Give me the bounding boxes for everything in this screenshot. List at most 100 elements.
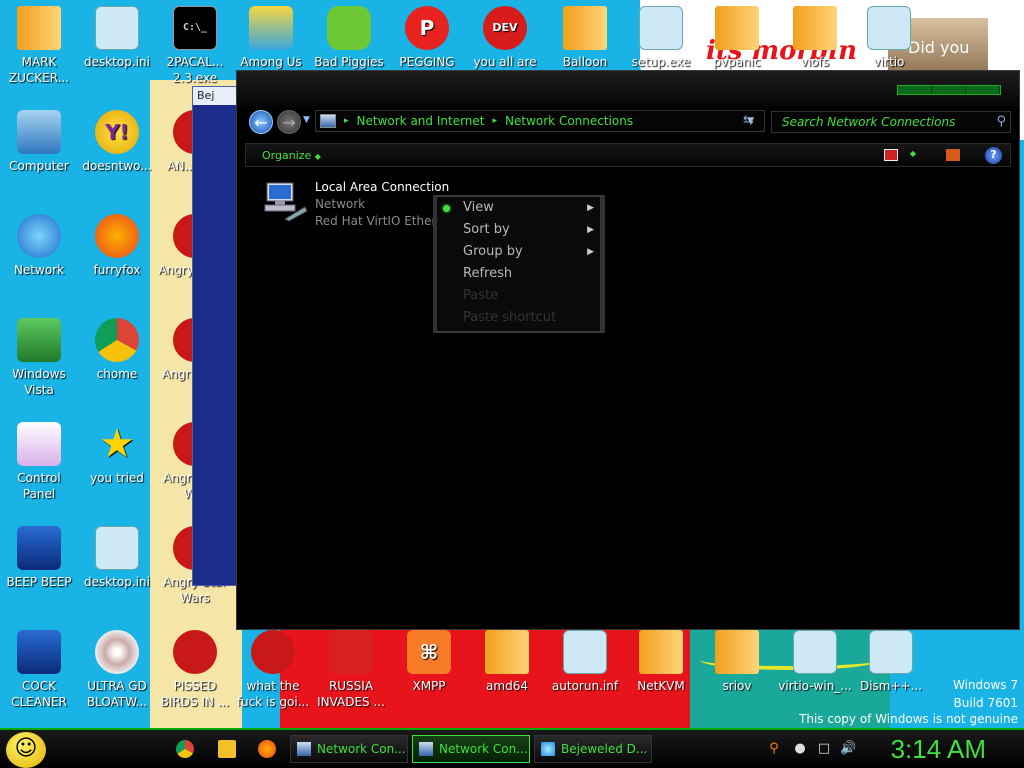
chevron-right-icon[interactable]: ▸ bbox=[493, 116, 498, 126]
preview-pane-icon[interactable] bbox=[946, 149, 960, 161]
breadcrumb-network-internet[interactable]: Network and Internet bbox=[357, 114, 485, 128]
submenu-arrow-icon: ▶ bbox=[587, 247, 594, 257]
desktop-icon[interactable]: ⌘ XMPP bbox=[390, 630, 468, 694]
firefox-icon[interactable] bbox=[258, 740, 276, 758]
desktop-icon-label: virtio bbox=[873, 55, 905, 69]
chat-icon[interactable]: ● bbox=[792, 742, 808, 756]
desktop-icon[interactable]: Windows Vista bbox=[0, 318, 78, 398]
desktop-icon[interactable]: BEEP BEEP bbox=[0, 526, 78, 590]
desktop-icon-label: you all are bbox=[473, 55, 537, 69]
blue-icon bbox=[17, 630, 61, 674]
desktop-icon-label: BEEP BEEP bbox=[6, 575, 72, 589]
desktop-icon-label: PISSED BIRDS IN ... bbox=[160, 679, 230, 709]
clock[interactable]: 3:14 AM bbox=[891, 734, 986, 765]
taskbar-button[interactable]: Bejeweled D... bbox=[534, 735, 652, 763]
desktop-icon[interactable]: virtio-win_... bbox=[776, 630, 854, 694]
desktop-icon[interactable]: Among Us bbox=[232, 6, 310, 70]
desktop-icon-label: furryfox bbox=[93, 263, 141, 277]
start-button[interactable]: ☺ bbox=[6, 732, 46, 768]
bird-icon bbox=[251, 630, 295, 674]
explorer-icon[interactable] bbox=[218, 740, 236, 758]
desktop-icon[interactable]: sriov bbox=[698, 630, 776, 694]
desktop-icon[interactable]: what the fuck is goi... bbox=[234, 630, 312, 710]
fox-icon bbox=[95, 214, 139, 258]
desktop-icon-label: Windows Vista bbox=[12, 367, 66, 397]
desktop-icon-label: pvpanic bbox=[713, 55, 761, 69]
menu-item-group-by[interactable]: Group by ▶ bbox=[437, 241, 600, 263]
refresh-icon[interactable]: ⇆ bbox=[743, 113, 754, 128]
maximize-button[interactable] bbox=[932, 86, 966, 94]
search-placeholder: Search Network Connections bbox=[782, 115, 956, 129]
desktop-icon[interactable]: chome bbox=[78, 318, 156, 382]
desktop-icon[interactable]: setup.exe bbox=[622, 6, 700, 70]
green-icon bbox=[327, 6, 371, 50]
forward-button[interactable]: → bbox=[277, 110, 301, 134]
star-icon: ★ bbox=[99, 421, 135, 467]
desktop-icon-label: Network bbox=[13, 263, 65, 277]
desktop-icon[interactable]: MARK ZUCKER... bbox=[0, 6, 78, 86]
desktop-icon[interactable]: PISSED BIRDS IN ... bbox=[156, 630, 234, 710]
folder-icon bbox=[17, 6, 61, 50]
desktop-icon[interactable]: desktop.ini bbox=[78, 6, 156, 70]
desktop-icon[interactable]: autorun.inf bbox=[546, 630, 624, 694]
watermark-genuine: This copy of Windows is not genuine bbox=[799, 712, 1018, 726]
menu-item-label: View bbox=[463, 200, 494, 215]
desktop-icon[interactable]: DEV you all are bbox=[466, 6, 544, 70]
desktop-icon[interactable]: C:\_ 2PACAL... 2.3.exe bbox=[156, 6, 234, 86]
desktop-icon[interactable]: Y! doesntwo... bbox=[78, 110, 156, 174]
desktop-icon[interactable]: viofs bbox=[776, 6, 854, 70]
title-bar[interactable] bbox=[237, 71, 1019, 107]
network-connections-window[interactable]: ← → ▼ ▸ Network and Internet ▸ Network C… bbox=[236, 70, 1020, 630]
desktop-icon[interactable]: COCK CLEANER bbox=[0, 630, 78, 710]
organize-button[interactable]: Organize ◆ bbox=[262, 149, 321, 162]
volume-icon[interactable]: 🔊 bbox=[840, 742, 856, 756]
desktop-icon[interactable]: Network bbox=[0, 214, 78, 278]
view-options-icon[interactable] bbox=[884, 149, 898, 161]
desktop-icon-label: chome bbox=[96, 367, 138, 381]
minimize-button[interactable] bbox=[898, 86, 932, 94]
taskbar-button-label: Bejeweled D... bbox=[561, 742, 648, 756]
help-icon[interactable]: ? bbox=[985, 147, 1002, 164]
desktop-icon-label: desktop.ini bbox=[84, 575, 150, 589]
folder-icon bbox=[715, 630, 759, 674]
doc-icon bbox=[639, 6, 683, 50]
desktop-icon[interactable]: furryfox bbox=[78, 214, 156, 278]
taskbar-button[interactable]: Network Con... bbox=[290, 735, 408, 763]
desktop-icon[interactable]: Control Panel bbox=[0, 422, 78, 502]
connection-name: Local Area Connection bbox=[315, 180, 450, 194]
desktop-icon[interactable]: P PEGGING bbox=[388, 6, 466, 70]
desktop-icon[interactable]: Dism++... bbox=[852, 630, 930, 694]
control-panel-icon bbox=[297, 742, 311, 756]
menu-item-view[interactable]: View ▶ bbox=[437, 197, 600, 219]
menu-item-label: Paste shortcut bbox=[463, 310, 557, 325]
recent-pages-dropdown[interactable]: ▼ bbox=[303, 115, 310, 125]
search-icon[interactable]: ⚲ bbox=[996, 114, 1006, 129]
menu-item-refresh[interactable]: Refresh bbox=[437, 263, 600, 285]
desktop-icon[interactable]: RUSSIA INVADES ... bbox=[312, 630, 390, 710]
menu-item-sort-by[interactable]: Sort by ▶ bbox=[437, 219, 600, 241]
taskbar-button[interactable]: Network Con... bbox=[412, 735, 530, 763]
desktop-icon[interactable]: virtio bbox=[850, 6, 928, 70]
search-icon[interactable]: ⚲ bbox=[766, 742, 782, 756]
gem-icon bbox=[541, 742, 555, 756]
chrome-icon[interactable] bbox=[176, 740, 194, 758]
desktop-icon[interactable]: pvpanic bbox=[698, 6, 776, 70]
search-input[interactable]: Search Network Connections ⚲ bbox=[771, 111, 1011, 133]
desktop-icon[interactable]: NetKVM bbox=[622, 630, 700, 694]
network-icon[interactable]: □ bbox=[816, 742, 832, 756]
desktop-icon[interactable]: ★ you tried bbox=[78, 422, 156, 486]
window-controls[interactable] bbox=[897, 85, 1001, 95]
desktop-icon[interactable]: Balloon bbox=[546, 6, 624, 70]
desktop-icon[interactable]: ULTRA GD BLOATW... bbox=[78, 630, 156, 710]
back-button[interactable]: ← bbox=[249, 110, 273, 134]
address-bar[interactable]: ▸ Network and Internet ▸ Network Connect… bbox=[315, 110, 765, 132]
desktop-icon[interactable]: Bad Piggies bbox=[310, 6, 388, 70]
desktop-icon-label: setup.exe bbox=[631, 55, 691, 69]
desktop-icon[interactable]: desktop.ini bbox=[78, 526, 156, 590]
dropdown-dot-icon[interactable]: ◆ bbox=[906, 149, 920, 161]
desktop-icon[interactable]: amd64 bbox=[468, 630, 546, 694]
breadcrumb-network-connections[interactable]: Network Connections bbox=[505, 114, 633, 128]
close-button[interactable] bbox=[966, 86, 1000, 94]
desktop-icon[interactable]: Computer bbox=[0, 110, 78, 174]
chevron-right-icon[interactable]: ▸ bbox=[344, 116, 349, 126]
